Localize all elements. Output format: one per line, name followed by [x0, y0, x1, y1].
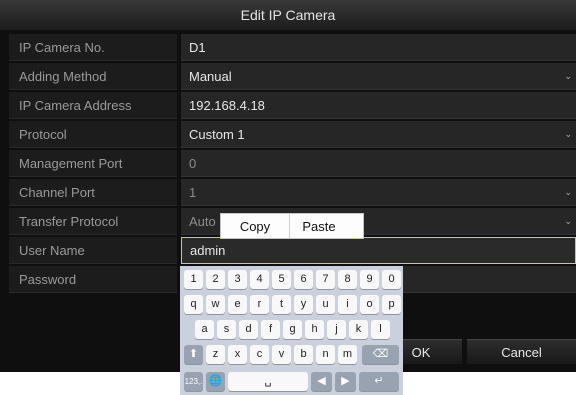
- management-port-field[interactable]: 0: [181, 150, 576, 177]
- adding-method-value: Manual: [189, 69, 232, 84]
- key-8[interactable]: 8: [338, 270, 357, 289]
- user-name-label: User Name: [9, 237, 177, 264]
- arrow-right-key-icon[interactable]: ▶: [335, 372, 356, 391]
- key-b[interactable]: b: [294, 345, 313, 364]
- globe-key-icon[interactable]: 🌐: [206, 372, 225, 391]
- chevron-down-icon[interactable]: ⌄: [564, 208, 572, 235]
- field-row-ip-camera-no: IP Camera No. D1: [9, 34, 576, 63]
- key-g[interactable]: g: [283, 320, 302, 339]
- user-name-field[interactable]: admin: [181, 237, 576, 264]
- key-l[interactable]: l: [371, 320, 390, 339]
- key-o[interactable]: o: [360, 295, 379, 314]
- transfer-protocol-label: Transfer Protocol: [9, 208, 177, 235]
- protocol-select[interactable]: Custom 1 ⌄: [181, 121, 576, 148]
- key-v[interactable]: v: [272, 345, 291, 364]
- field-row-ip-camera-address: IP Camera Address 192.168.4.18: [9, 92, 576, 121]
- key-n[interactable]: n: [316, 345, 335, 364]
- arrow-left-key-icon[interactable]: ◀: [311, 372, 332, 391]
- key-p[interactable]: p: [382, 295, 401, 314]
- field-row-user-name: User Name admin: [9, 237, 576, 266]
- key-z[interactable]: z: [206, 345, 225, 364]
- ip-camera-no-label: IP Camera No.: [9, 34, 177, 61]
- key-d[interactable]: d: [239, 320, 258, 339]
- key-m[interactable]: m: [338, 345, 357, 364]
- adding-method-label: Adding Method: [9, 63, 177, 90]
- on-screen-keyboard: 1 2 3 4 5 6 7 8 9 0 q w e r t y u i o p …: [180, 266, 403, 395]
- key-7[interactable]: 7: [316, 270, 335, 289]
- symbols-key[interactable]: 123,.: [184, 372, 203, 391]
- ip-camera-address-field[interactable]: 192.168.4.18: [181, 92, 576, 119]
- key-4[interactable]: 4: [250, 270, 269, 289]
- enter-key-icon[interactable]: ↵: [359, 372, 399, 391]
- key-1[interactable]: 1: [184, 270, 203, 289]
- key-w[interactable]: w: [206, 295, 225, 314]
- field-row-channel-port: Channel Port 1 ⌄: [9, 179, 576, 208]
- key-2[interactable]: 2: [206, 270, 225, 289]
- chevron-down-icon[interactable]: ⌄: [564, 63, 572, 90]
- field-row-adding-method: Adding Method Manual ⌄: [9, 63, 576, 92]
- password-label: Password: [9, 266, 177, 293]
- key-6[interactable]: 6: [294, 270, 313, 289]
- field-row-protocol: Protocol Custom 1 ⌄: [9, 121, 576, 150]
- dialog-title: Edit IP Camera: [0, 0, 576, 30]
- shift-key-icon[interactable]: ⬆: [184, 345, 203, 364]
- ip-camera-address-label: IP Camera Address: [9, 92, 177, 119]
- protocol-value: Custom 1: [189, 127, 245, 142]
- chevron-down-icon[interactable]: ⌄: [564, 121, 572, 148]
- key-c[interactable]: c: [250, 345, 269, 364]
- key-a[interactable]: a: [195, 320, 214, 339]
- key-q[interactable]: q: [184, 295, 203, 314]
- key-e[interactable]: e: [228, 295, 247, 314]
- copy-menu-item[interactable]: Copy: [221, 214, 290, 238]
- backspace-key-icon[interactable]: ⌫: [362, 345, 399, 364]
- key-s[interactable]: s: [217, 320, 236, 339]
- adding-method-select[interactable]: Manual ⌄: [181, 63, 576, 90]
- context-menu: Copy Paste: [220, 213, 364, 239]
- key-h[interactable]: h: [305, 320, 324, 339]
- key-y[interactable]: y: [294, 295, 313, 314]
- key-u[interactable]: u: [316, 295, 335, 314]
- channel-port-label: Channel Port: [9, 179, 177, 206]
- key-3[interactable]: 3: [228, 270, 247, 289]
- key-0[interactable]: 0: [382, 270, 401, 289]
- key-x[interactable]: x: [228, 345, 247, 364]
- management-port-label: Management Port: [9, 150, 177, 177]
- ip-camera-no-field[interactable]: D1: [181, 34, 576, 61]
- space-key[interactable]: ␣: [228, 372, 308, 391]
- key-9[interactable]: 9: [360, 270, 379, 289]
- key-t[interactable]: t: [272, 295, 291, 314]
- key-k[interactable]: k: [349, 320, 368, 339]
- key-5[interactable]: 5: [272, 270, 291, 289]
- paste-menu-item[interactable]: Paste: [289, 214, 349, 238]
- key-r[interactable]: r: [250, 295, 269, 314]
- cancel-button[interactable]: Cancel: [467, 339, 576, 364]
- key-j[interactable]: j: [327, 320, 346, 339]
- field-row-management-port: Management Port 0: [9, 150, 576, 179]
- key-f[interactable]: f: [261, 320, 280, 339]
- chevron-down-icon[interactable]: ⌄: [564, 179, 572, 206]
- channel-port-select[interactable]: 1 ⌄: [181, 179, 576, 206]
- key-i[interactable]: i: [338, 295, 357, 314]
- channel-port-value: 1: [189, 185, 197, 200]
- protocol-label: Protocol: [9, 121, 177, 148]
- transfer-protocol-value: Auto: [189, 214, 216, 229]
